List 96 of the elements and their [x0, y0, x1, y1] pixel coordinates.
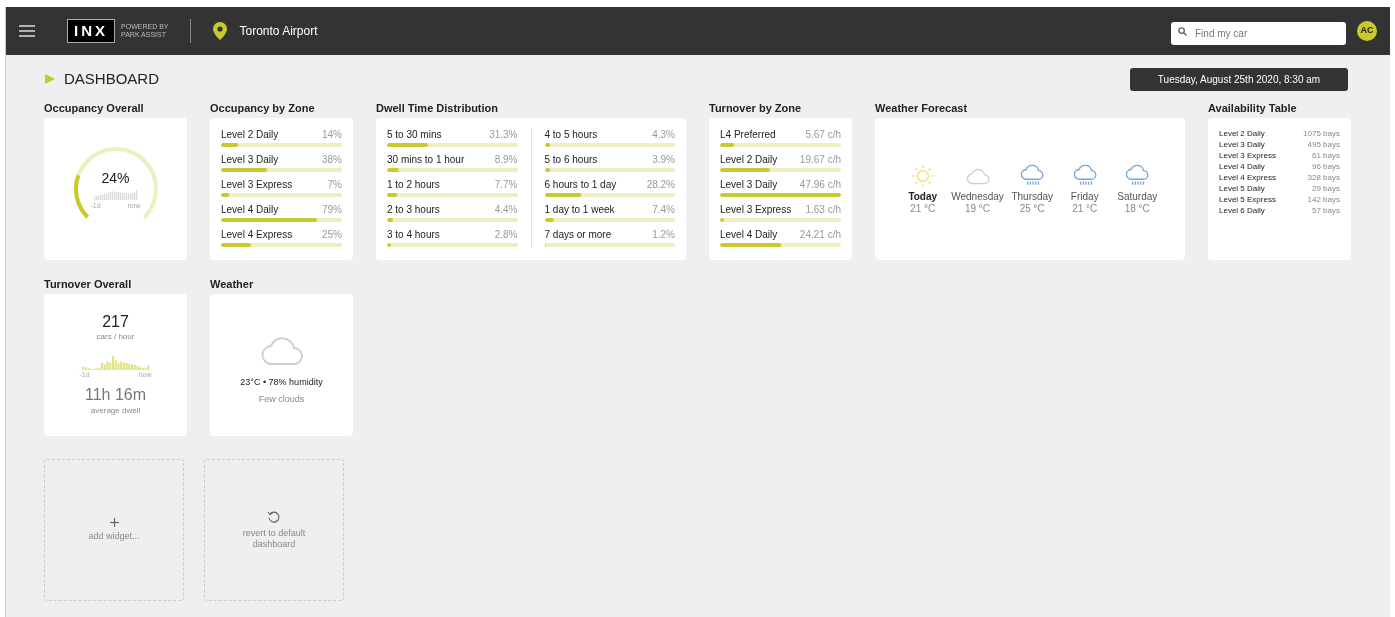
play-icon [45, 74, 55, 84]
zone-name: Level 4 Daily [1219, 161, 1265, 172]
row-label: 6 hours to 1 day [544, 178, 617, 191]
row-label: 1 day to 1 week [544, 203, 615, 216]
zone-name: Level 5 Express [1219, 194, 1276, 205]
widget-title: Dwell Time Distribution [376, 101, 500, 116]
row-label: 5 to 30 mins [387, 128, 442, 141]
turnover-unit: cars / hour [96, 332, 135, 342]
weather-condition: Few clouds [258, 392, 305, 406]
forecast-temp: 25 °C [1019, 203, 1045, 215]
row-value: 7.4% [652, 203, 675, 216]
user-avatar[interactable]: AC [1357, 21, 1377, 41]
bay-count: 1075 bays [1303, 128, 1340, 139]
page-title: DASHBOARD [64, 68, 160, 89]
row-label: L4 Preferred [720, 128, 776, 141]
forecast-day: Wednesday [951, 191, 1004, 203]
row-value: 1.63 c/h [805, 203, 841, 216]
dwell-value: 11h 16m [84, 385, 147, 404]
bay-count: 142 bays [1307, 194, 1340, 205]
row-value: 28.2% [646, 178, 675, 191]
row-label: Level 3 Express [221, 178, 293, 191]
occupancy-value: 24% [101, 170, 130, 186]
menu-icon[interactable] [19, 25, 35, 37]
forecast-temp: 19 °C [964, 203, 991, 215]
row-label: Level 3 Express [720, 203, 792, 216]
row-value: 1.2% [652, 228, 675, 241]
row-value: 47.96 c/h [799, 178, 841, 191]
row-label: Level 3 Daily [720, 178, 778, 191]
row-value: 24.21 c/h [799, 228, 841, 241]
zone-name: Level 5 Daily [1219, 183, 1265, 194]
row-label: Level 2 Daily [221, 128, 279, 141]
bay-count: 495 bays [1307, 139, 1340, 150]
row-value: 2.8% [494, 228, 518, 241]
row-label: Level 3 Daily [221, 153, 279, 166]
row-value: 8.9% [494, 153, 518, 166]
sparkline-chart [93, 190, 138, 200]
forecast-temp: 18 °C [1124, 203, 1150, 215]
zone-name: Level 2 Daily [1219, 128, 1265, 139]
row-value: 3.9% [652, 153, 675, 166]
date-badge: Tuesday, August 25th 2020, 8:30 am [1130, 67, 1348, 91]
sparkline-chart [81, 356, 150, 370]
row-value: 19.67 c/h [799, 153, 841, 166]
sun-icon [909, 163, 936, 189]
row-label: 3 to 4 hours [387, 228, 440, 241]
widget-title: Turnover Overall [44, 277, 133, 292]
row-value: 4.3% [652, 128, 675, 141]
row-label: 4 to 5 hours [544, 128, 598, 141]
row-label: Level 4 Daily [221, 203, 279, 216]
widget-title: Turnover by Zone [709, 101, 803, 116]
revert-icon [267, 510, 281, 524]
search-icon [1178, 26, 1187, 36]
row-label: 2 to 3 hours [387, 203, 440, 216]
zone-name: Level 6 Daily [1219, 205, 1265, 216]
bay-count: 328 bays [1307, 172, 1340, 183]
plus-icon [109, 518, 119, 527]
forecast-temp: 21 °C [910, 203, 936, 215]
row-value: 31.3% [489, 128, 518, 141]
logo-wordmark: INX [67, 19, 115, 43]
row-value: 79% [322, 203, 342, 216]
zone-name: Level 3 Express [1219, 150, 1276, 161]
weather-summary: 23°C • 78% humidity [240, 376, 323, 389]
widget-title: Occupancy by Zone [210, 101, 316, 116]
row-label: 1 to 2 hours [387, 178, 440, 191]
widget-title: Availability Table [1208, 101, 1298, 116]
widget-title: Weather [210, 277, 255, 292]
row-label: 30 mins to 1 hour [387, 153, 465, 166]
bay-count: 29 bays [1311, 183, 1340, 194]
bay-count: 57 bays [1311, 205, 1340, 216]
widget-title: Weather Forecast [875, 101, 969, 116]
forecast-day: Today [908, 191, 938, 203]
location-name[interactable]: Toronto Airport [239, 22, 318, 40]
forecast-temp: 21 °C [1072, 203, 1098, 215]
turnover-value: 217 [102, 312, 129, 331]
search-field[interactable]: Find my car [1171, 21, 1346, 45]
row-label: 5 to 6 hours [544, 153, 598, 166]
row-label: Level 4 Express [221, 228, 293, 241]
location-pin-icon [213, 22, 228, 40]
bay-count: 96 bays [1311, 161, 1340, 172]
widget-title: Occupancy Overall [44, 101, 145, 116]
bay-count: 61 bays [1311, 150, 1340, 161]
row-value: 7% [327, 178, 342, 191]
forecast-day: Friday [1070, 191, 1099, 203]
zone-name: Level 3 Daily [1219, 139, 1265, 150]
row-label: Level 4 Daily [720, 228, 778, 241]
row-label: 7 days or more [544, 228, 612, 241]
zone-name: Level 4 Express [1219, 172, 1276, 183]
row-value: 38% [322, 153, 342, 166]
row-value: 25% [322, 228, 342, 241]
row-value: 4.4% [494, 203, 518, 216]
forecast-day: Thursday [1011, 191, 1054, 203]
row-label: Level 2 Daily [720, 153, 778, 166]
row-value: 5.67 c/h [805, 128, 841, 141]
forecast-day: Saturday [1117, 191, 1158, 203]
row-value: 14% [322, 128, 342, 141]
dwell-label: average dwell [90, 406, 141, 416]
row-value: 7.7% [494, 178, 518, 191]
